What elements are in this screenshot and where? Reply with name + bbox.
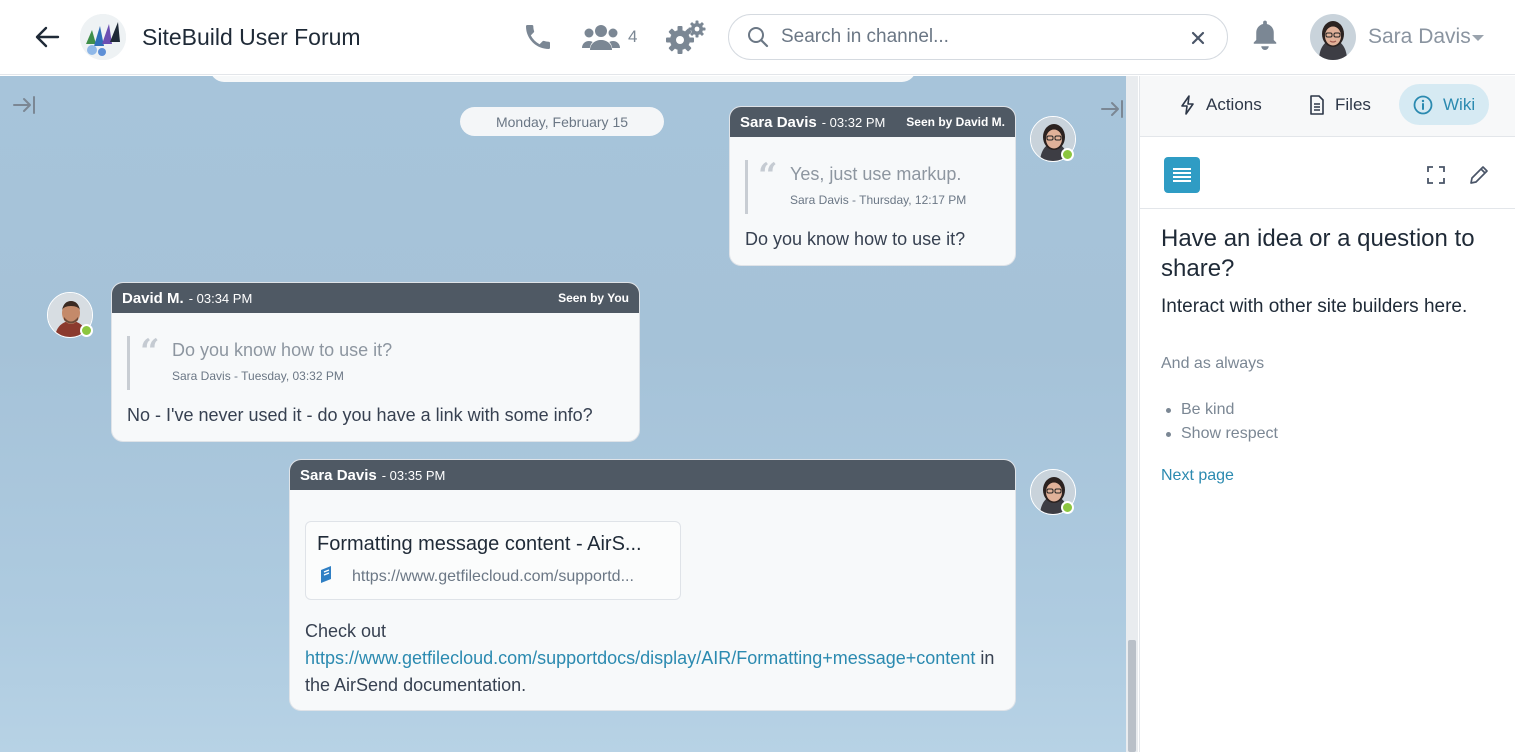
- tab-label: Actions: [1206, 94, 1262, 114]
- channel-search: [728, 14, 1228, 60]
- file-icon: [1310, 94, 1324, 115]
- online-status-dot: [80, 324, 93, 337]
- message-header: Sara Davis - 03:35 PM: [290, 460, 1015, 490]
- message-text: No - I've never used it - do you have a …: [127, 405, 593, 425]
- wiki-heading: Have an idea or a question to share?: [1161, 225, 1475, 282]
- link-preview-card[interactable]: Formatting message content - AirS... htt…: [305, 521, 681, 600]
- user-avatar[interactable]: [1310, 14, 1356, 60]
- quote-icon: “: [758, 156, 778, 196]
- collapse-right-icon[interactable]: [1100, 98, 1126, 125]
- chat-scrollbar-thumb[interactable]: [1128, 640, 1136, 752]
- search-icon: [747, 26, 769, 53]
- quoted-message[interactable]: “ Yes, just use markup. Sara Davis - Thu…: [745, 156, 1015, 214]
- settings-gears-icon[interactable]: [666, 20, 706, 54]
- online-status-dot: [1061, 501, 1074, 514]
- app-header: SiteBuild User Forum 4 Search in channel…: [0, 0, 1515, 75]
- chevron-down-icon[interactable]: [1472, 35, 1484, 41]
- tab-actions[interactable]: Actions: [1166, 84, 1276, 125]
- message-text: Check out https://www.getfilecloud.com/s…: [305, 618, 1005, 699]
- quote-meta: Sara Davis - Thursday, 12:17 PM: [790, 193, 967, 207]
- channel-logo: [80, 14, 126, 60]
- clear-search-icon[interactable]: [1187, 27, 1209, 49]
- member-count: 4: [628, 27, 638, 46]
- message-bubble[interactable]: Sara Davis - 03:32 PM Seen by David M. “…: [729, 106, 1016, 266]
- fullscreen-icon[interactable]: [1426, 165, 1446, 190]
- filecloud-favicon-icon: [318, 565, 336, 590]
- list-item: Show respect: [1161, 422, 1278, 446]
- panel-tabs: Actions Files Wiki: [1140, 76, 1515, 137]
- seen-status: Seen by You: [558, 291, 629, 305]
- message-text: Do you know how to use it?: [745, 229, 966, 249]
- notifications-bell-icon[interactable]: [1250, 18, 1280, 57]
- message-header: David M. - 03:34 PM Seen by You: [112, 283, 639, 313]
- tab-wiki[interactable]: Wiki: [1399, 84, 1490, 125]
- list-item: Be kind: [1161, 398, 1278, 422]
- side-panel: Actions Files Wiki Have an idea or a que…: [1139, 76, 1515, 752]
- quote-text: Yes, just use markup.: [790, 164, 962, 184]
- message-bubble[interactable]: Sara Davis - 03:35 PM Formatting message…: [289, 459, 1016, 711]
- wiki-bullet-list: Be kind Show respect: [1161, 398, 1278, 446]
- tab-files[interactable]: Files: [1295, 84, 1385, 125]
- members-button[interactable]: 4: [582, 20, 637, 54]
- quote-meta: Sara Davis - Tuesday, 03:32 PM: [172, 369, 344, 383]
- message-time: - 03:35 PM: [381, 467, 446, 483]
- quote-icon: “: [140, 332, 160, 372]
- online-status-dot: [1061, 148, 1074, 161]
- message-header: Sara Davis - 03:32 PM Seen by David M.: [730, 107, 1015, 137]
- user-name-dropdown[interactable]: Sara Davis: [1368, 25, 1471, 49]
- link-preview-url: https://www.getfilecloud.com/supportd...: [352, 568, 634, 585]
- message-time: - 03:34 PM: [188, 290, 253, 306]
- channel-title: SiteBuild User Forum: [142, 24, 361, 50]
- message-bubble[interactable]: David M. - 03:34 PM Seen by You “ Do you…: [111, 282, 640, 442]
- edit-pencil-icon[interactable]: [1468, 164, 1490, 191]
- message-time: - 03:32 PM: [821, 114, 886, 130]
- message-list[interactable]: Monday, February 15 Sara Davis - 03:32 P…: [0, 76, 1126, 752]
- message-author: Sara Davis: [300, 466, 377, 484]
- wiki-document-icon[interactable]: [1164, 157, 1200, 193]
- wiki-paragraph: And as always: [1161, 355, 1265, 372]
- message-text-prefix: Check out: [305, 621, 387, 641]
- wiki-toolbar: [1140, 137, 1515, 209]
- link-preview-title: Formatting message content - AirS...: [317, 533, 642, 555]
- lightning-icon: [1181, 94, 1194, 115]
- back-arrow-icon[interactable]: [30, 20, 64, 54]
- tab-label: Files: [1335, 94, 1371, 114]
- phone-icon[interactable]: [522, 20, 554, 54]
- quote-text: Do you know how to use it?: [172, 340, 393, 360]
- next-page-link[interactable]: Next page: [1161, 467, 1234, 485]
- previous-message-edge: [210, 76, 916, 82]
- message-author: Sara Davis: [740, 113, 817, 131]
- users-icon: [582, 25, 620, 50]
- search-input[interactable]: [781, 23, 1181, 51]
- documentation-link[interactable]: https://www.getfilecloud.com/supportdocs…: [305, 648, 975, 668]
- quoted-message[interactable]: “ Do you know how to use it? Sara Davis …: [127, 332, 639, 390]
- date-separator: Monday, February 15: [460, 107, 664, 136]
- info-icon: [1413, 95, 1433, 114]
- wiki-subheading: Interact with other site builders here.: [1161, 296, 1468, 317]
- seen-status: Seen by David M.: [906, 115, 1005, 129]
- message-author: David M.: [122, 289, 184, 307]
- tab-label: Wiki: [1443, 94, 1476, 114]
- collapse-left-icon[interactable]: [12, 94, 38, 121]
